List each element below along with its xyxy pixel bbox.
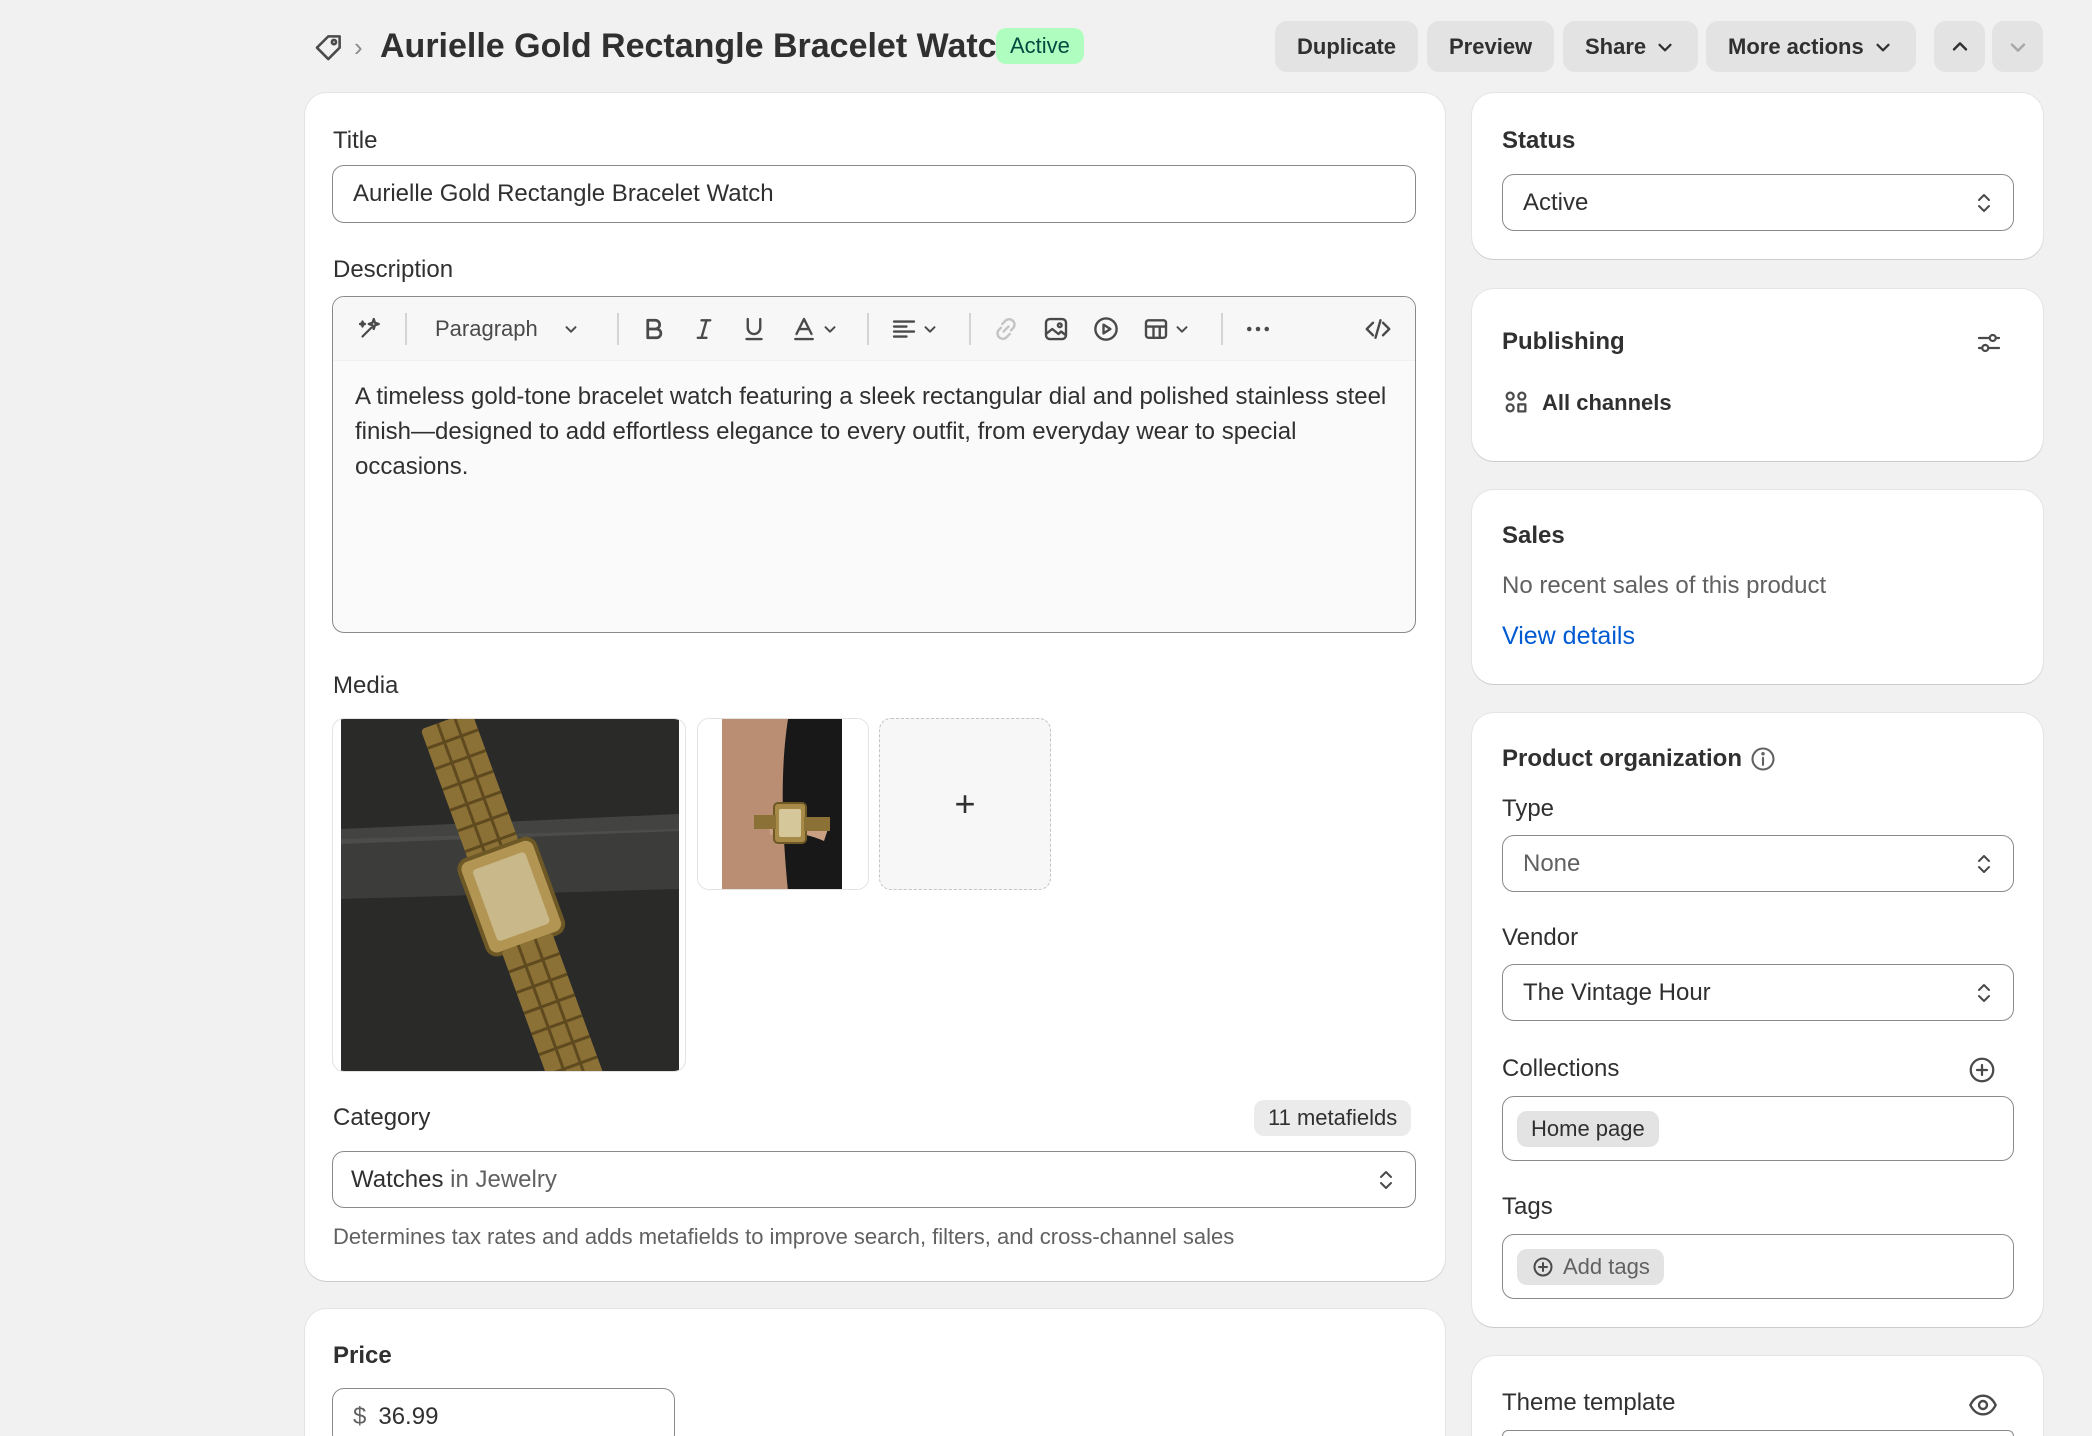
underline-icon[interactable] <box>739 313 769 345</box>
description-text: A timeless gold-tone bracelet watch feat… <box>355 383 1387 480</box>
type-select-value: None <box>1523 849 1581 877</box>
magic-icon[interactable] <box>355 313 385 345</box>
publishing-card <box>1472 289 2043 461</box>
chevron-up-icon <box>1952 41 1967 51</box>
text-color-button[interactable] <box>789 313 839 345</box>
add-media-plus: + <box>954 783 976 824</box>
media-label: Media <box>333 672 399 699</box>
metafields-badge[interactable]: 11 metafields <box>1254 1100 1412 1136</box>
add-media-button[interactable]: + <box>879 718 1051 890</box>
add-circle-icon <box>1533 1257 1553 1276</box>
description-editor[interactable]: Paragraph A timeless gold-tone bracelet … <box>332 296 1416 633</box>
title-label: Title <box>333 127 378 154</box>
category-help-text: Determines tax rates and adds metafields… <box>333 1224 1235 1249</box>
chevron-down-icon <box>565 326 577 333</box>
more-formatting-icon[interactable] <box>1243 313 1273 345</box>
italic-icon[interactable] <box>689 313 719 345</box>
code-view-icon[interactable] <box>1363 313 1393 345</box>
eye-icon[interactable] <box>1967 1389 1999 1421</box>
editor-toolbar: Paragraph <box>333 297 1415 361</box>
align-left-icon <box>892 320 916 338</box>
category-parent: in Jewelry <box>443 1165 557 1193</box>
tags-label: Tags <box>1502 1193 1553 1220</box>
vendor-label: Vendor <box>1502 924 1579 951</box>
status-badge: Active <box>996 28 1084 64</box>
select-arrows-icon <box>1380 1170 1392 1189</box>
price-input[interactable]: $ 36.99 <box>332 1388 675 1436</box>
category-value: Watches <box>351 1165 444 1193</box>
table-icon <box>1144 319 1168 339</box>
text-color-icon <box>794 317 814 341</box>
select-arrows-icon <box>1978 983 1990 1002</box>
vendor-select[interactable]: The Vintage Hour <box>1502 964 2014 1021</box>
description-label: Description <box>333 256 454 283</box>
chevron-down-icon <box>1876 43 1890 51</box>
status-select[interactable]: Active <box>1502 174 2014 231</box>
video-icon[interactable] <box>1091 313 1121 345</box>
category-label: Category <box>333 1104 431 1131</box>
publishing-label: Publishing <box>1502 328 1625 355</box>
bold-icon[interactable] <box>639 313 669 345</box>
breadcrumb-chevron-icon: › <box>354 32 363 62</box>
page-title: Aurielle Gold Rectangle Bracelet Watch <box>380 27 1018 65</box>
view-details-link[interactable]: View details <box>1502 620 1635 652</box>
previous-product-button[interactable] <box>1934 21 1985 72</box>
price-label: Price <box>333 1342 392 1369</box>
vendor-select-value: The Vintage Hour <box>1523 978 1711 1006</box>
select-arrows-icon <box>1978 193 1990 212</box>
sales-label: Sales <box>1502 522 1565 549</box>
chevron-down-icon <box>1658 43 1672 51</box>
collection-pill[interactable]: Home page <box>1517 1110 1659 1147</box>
preview-button[interactable]: Preview <box>1427 21 1555 72</box>
chevron-down-icon <box>2010 42 2025 52</box>
price-value: 36.99 <box>378 1403 439 1430</box>
more-actions-button[interactable]: More actions <box>1706 21 1916 72</box>
collections-label: Collections <box>1502 1055 1620 1082</box>
chevron-down-icon <box>824 326 836 333</box>
collection-pill-label: Home page <box>1531 1115 1645 1141</box>
link-icon[interactable] <box>991 313 1021 345</box>
status-label: Status <box>1502 127 1576 154</box>
title-input-value: Aurielle Gold Rectangle Bracelet Watch <box>353 180 774 207</box>
add-tags-label: Add tags <box>1563 1253 1650 1279</box>
currency-symbol: $ <box>353 1403 367 1430</box>
media-image-secondary[interactable] <box>697 718 869 890</box>
type-label: Type <box>1502 795 1555 822</box>
info-icon[interactable] <box>1749 745 1777 773</box>
title-input[interactable]: Aurielle Gold Rectangle Bracelet Watch <box>332 165 1416 223</box>
paragraph-select[interactable]: Paragraph <box>435 313 580 345</box>
add-collection-icon[interactable] <box>1967 1055 1997 1085</box>
chevron-down-icon <box>924 326 936 333</box>
type-select[interactable]: None <box>1502 835 2014 892</box>
share-label: Share <box>1585 34 1647 59</box>
table-button[interactable] <box>1141 313 1191 345</box>
paragraph-select-label: Paragraph <box>435 316 538 341</box>
theme-template-label: Theme template <box>1502 1389 1676 1416</box>
status-select-value: Active <box>1523 188 1589 216</box>
tags-field[interactable]: Add tags <box>1502 1234 2014 1299</box>
share-button[interactable]: Share <box>1563 21 1699 72</box>
collections-field[interactable]: Home page <box>1502 1096 2014 1161</box>
preview-label: Preview <box>1449 34 1533 59</box>
channels-icon <box>1502 388 1530 416</box>
sales-empty-text: No recent sales of this product <box>1502 572 1827 599</box>
watch-on-wrist-photo <box>698 719 868 889</box>
image-icon[interactable] <box>1041 313 1071 345</box>
media-image-primary[interactable] <box>332 718 686 1072</box>
category-select[interactable]: Watches in Jewelry <box>332 1151 1416 1208</box>
next-product-button[interactable] <box>1992 21 2043 72</box>
theme-template-select[interactable] <box>1502 1430 2014 1436</box>
product-organization-label: Product organization <box>1502 745 1742 772</box>
select-arrows-icon <box>1978 854 1990 873</box>
chevron-down-icon <box>1176 326 1188 333</box>
align-button[interactable] <box>889 313 939 345</box>
product-tag-icon[interactable] <box>312 30 346 64</box>
all-channels-label: All channels <box>1542 390 1672 415</box>
duplicate-button[interactable]: Duplicate <box>1275 21 1419 72</box>
filter-settings-icon[interactable] <box>1974 328 2004 358</box>
add-tags-button[interactable]: Add tags <box>1517 1248 1664 1285</box>
more-actions-label: More actions <box>1728 34 1864 59</box>
duplicate-label: Duplicate <box>1297 34 1397 59</box>
watch-photo <box>341 719 679 1071</box>
